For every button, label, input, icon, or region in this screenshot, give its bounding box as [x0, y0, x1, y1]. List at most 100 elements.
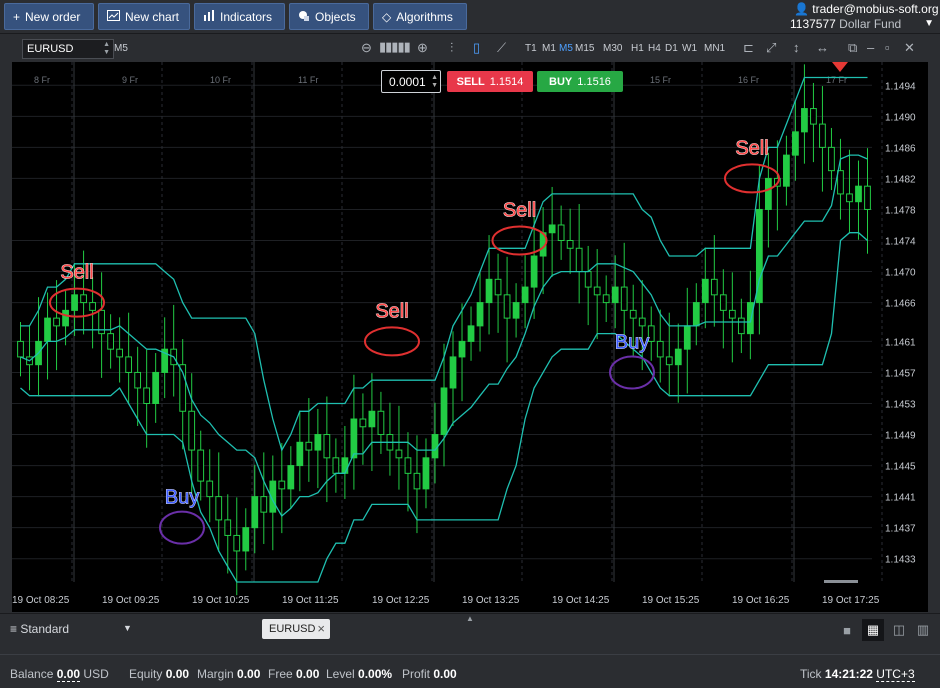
candle-body [431, 434, 439, 459]
layout-selector[interactable]: ≡ Standard [10, 622, 69, 636]
candle-body [665, 356, 673, 366]
chart-scrollbar [824, 580, 858, 583]
y-tick-label: 1.1494 [885, 81, 916, 92]
candle-body [62, 309, 69, 327]
candle-body [80, 294, 87, 304]
top-date-label: 10 Fr [210, 75, 231, 85]
candles-icon[interactable]: ▯ [473, 40, 480, 56]
candle-body [746, 302, 754, 335]
chart-tab-label: EURUSD [269, 623, 316, 635]
split-view-button[interactable]: ◫ [888, 619, 910, 641]
close-icon[interactable]: ✕ [904, 40, 915, 56]
level-value: 0.00% [358, 667, 393, 681]
candle-body [224, 519, 232, 536]
timeframe-m5[interactable]: M5 [559, 43, 573, 54]
buy-price: 1.1516 [577, 75, 611, 88]
account-number: 1137577 [790, 17, 836, 31]
candle-body [620, 286, 628, 311]
new-order-button[interactable]: + New order [4, 3, 94, 30]
chart-tab[interactable]: EURUSD × [262, 619, 330, 639]
vertical-arrows-icon[interactable]: ↕ [793, 40, 800, 55]
buy-annotation: Buy [165, 487, 199, 509]
candle-body [350, 418, 358, 459]
candle-body [377, 410, 385, 436]
sell-annotation: Sell [735, 137, 768, 159]
candle-body [792, 131, 799, 156]
main-toolbar: + New order New chart Indicators Objects… [0, 0, 940, 34]
candle-body [368, 410, 376, 428]
timeframe-m1[interactable]: M1 [542, 43, 556, 54]
balance-status: Balance 0.00 USD [10, 667, 109, 682]
balance-value[interactable]: 0.00 [56, 667, 81, 682]
timeframe-m30[interactable]: M30 [603, 43, 622, 54]
price-chart[interactable]: 1.1494 1.1490 1.1486 1.1482 1.1478 1.1474 1.14… [12, 62, 928, 612]
candle-body [855, 185, 862, 203]
algorithms-button[interactable]: ◇ Algorithms [373, 3, 467, 30]
quantity-input[interactable]: 0.0001 ▲ ▼ [381, 70, 441, 93]
candle-body [638, 317, 646, 327]
plus-icon: + [13, 9, 21, 24]
trading-terminal: + New order New chart Indicators Objects… [0, 0, 940, 688]
top-date-label: 17 Fr [826, 75, 847, 85]
shapes-icon [298, 10, 310, 24]
zoom-slider-icon[interactable]: ▮▮▮▮▮ [379, 39, 411, 55]
chart-svg[interactable]: 1.1494 1.1490 1.1486 1.1482 1.1478 1.1474 1.14… [12, 62, 928, 612]
caret-down-icon[interactable]: ▼ [123, 623, 132, 633]
line-icon[interactable]: ⟋ [497, 40, 506, 56]
candle-body [17, 340, 24, 358]
grid-settings-icon[interactable]: ⊏ [743, 40, 754, 56]
candle-body [737, 317, 745, 335]
maximize-icon[interactable]: ▫ [885, 40, 890, 55]
timeframe-h4[interactable]: H4 [648, 43, 661, 54]
objects-button[interactable]: Objects [289, 3, 369, 30]
zoom-in-icon[interactable]: ⊕ [417, 40, 428, 56]
popout-icon[interactable]: ⧉ [848, 40, 857, 56]
bars-icon[interactable]: ⫶ [450, 40, 453, 56]
new-chart-button[interactable]: New chart [98, 3, 190, 30]
account-selector[interactable]: 👤 trader@mobius-soft.org 1137577 Dollar … [788, 1, 939, 32]
zoom-out-icon[interactable]: ⊖ [361, 40, 372, 56]
candle-body [458, 340, 466, 358]
timeframe-t1[interactable]: T1 [525, 43, 537, 54]
y-tick-label: 1.1466 [885, 299, 916, 310]
timeframe-h1[interactable]: H1 [631, 43, 644, 54]
indicators-button[interactable]: Indicators [194, 3, 285, 30]
free-label: Free [268, 667, 293, 681]
candle-body [287, 465, 295, 490]
margin-label: Margin [197, 667, 234, 681]
close-tab-icon[interactable]: × [317, 621, 325, 636]
collapse-up-icon[interactable]: ▲ [466, 614, 474, 623]
sell-label: SELL [456, 75, 485, 88]
buy-button[interactable]: BUY 1.1516 [537, 71, 623, 92]
candle-body [143, 387, 151, 404]
top-date-label: 11 Fr [298, 75, 318, 85]
candle-body [89, 302, 96, 311]
candle-body [305, 441, 313, 451]
candle-body [134, 371, 142, 389]
timeframe-mn1[interactable]: MN1 [704, 43, 725, 54]
y-tick-label: 1.1461 [885, 337, 916, 348]
layout-name: Standard [20, 622, 70, 636]
equity-status: Equity 0.00 [129, 667, 189, 681]
grid-view-button[interactable]: ▦ [862, 619, 884, 641]
horizontal-arrows-icon[interactable]: ↔ [816, 40, 829, 55]
free-status: Free 0.00 [268, 667, 319, 681]
timeframe-w1[interactable]: W1 [682, 43, 697, 54]
candle-body [296, 441, 304, 467]
single-view-button[interactable]: ■ [836, 619, 858, 641]
symbol-select[interactable]: EURUSD ▲ ▼ [22, 39, 114, 59]
candle-body [593, 286, 601, 296]
expand-icon[interactable]: ⤢ [766, 40, 776, 56]
balance-label: Balance [10, 667, 54, 681]
margin-status: Margin 0.00 [197, 667, 260, 681]
timeframe-d1[interactable]: D1 [665, 43, 678, 54]
columns-view-button[interactable]: ▥ [912, 619, 934, 641]
timeframe-m15[interactable]: M15 [575, 43, 594, 54]
minimize-icon[interactable]: – [867, 40, 874, 55]
balance-currency: USD [83, 667, 109, 681]
candle-body [107, 333, 114, 350]
timezone[interactable]: UTC+3 [876, 667, 915, 682]
candle-body [548, 224, 556, 234]
sell-annotation: Sell [375, 300, 408, 322]
sell-button[interactable]: SELL 1.1514 [447, 71, 533, 92]
